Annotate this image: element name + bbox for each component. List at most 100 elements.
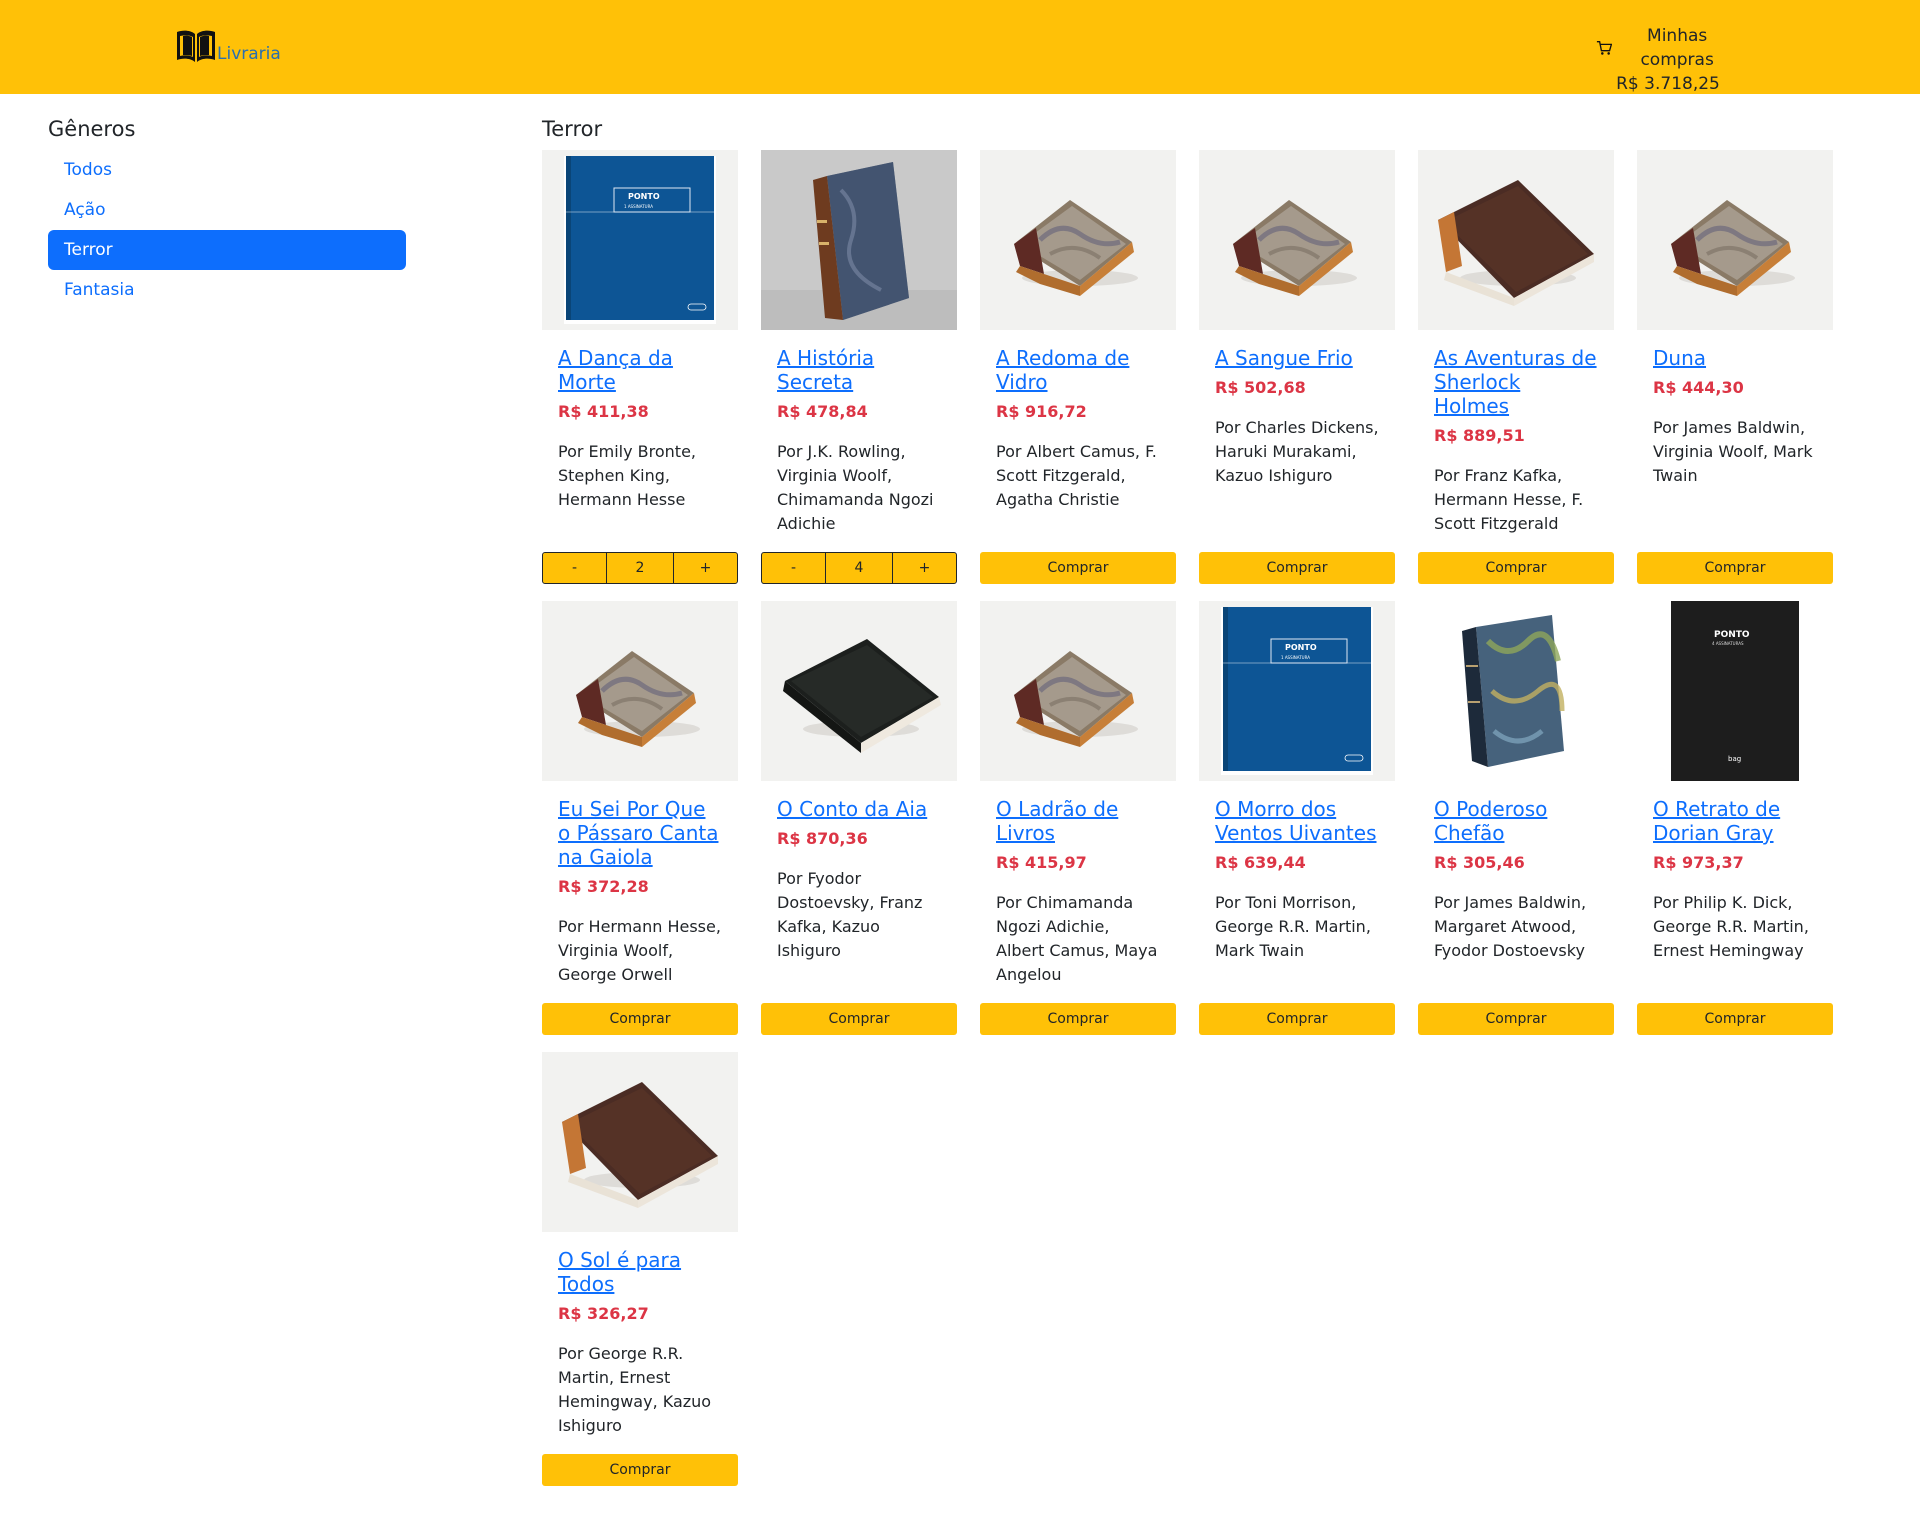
book-card: O Poderoso Chefão R$ 305,46 Por James Bald… — [1418, 601, 1614, 1035]
book-actions: Comprar — [542, 1003, 738, 1035]
book-card-body: O Retrato de Dorian Gray R$ 973,37 Por Phi… — [1637, 781, 1833, 963]
book-card-body: O Ladrão de Livros R$ 415,97 Por Chimamand… — [980, 781, 1176, 987]
quantity-value: 4 — [826, 552, 892, 584]
genre-item-fantasia[interactable]: Fantasia — [48, 270, 406, 310]
book-card: Eu Sei Por Que o Pássaro Canta na Gaiola… — [542, 601, 738, 1035]
book-title-link[interactable]: A Dança da Morte — [558, 346, 722, 394]
svg-text:1 ASSINATURA: 1 ASSINATURA — [624, 204, 653, 209]
book-card: PONTO 1 ASSINATURA A Dança da Morte R$ 411,… — [542, 150, 738, 584]
book-title-link[interactable]: O Retrato de Dorian Gray — [1653, 797, 1817, 845]
book-actions: Comprar — [980, 552, 1176, 584]
buy-button[interactable]: Comprar — [1199, 552, 1395, 584]
genre-list: Todos Ação Terror Fantasia — [48, 150, 406, 310]
svg-text:bag: bag — [1728, 755, 1741, 763]
book-actions: Comprar — [1199, 1003, 1395, 1035]
decrease-quantity-button[interactable]: - — [761, 552, 826, 584]
buy-button[interactable]: Comprar — [1199, 1003, 1395, 1035]
book-card-body: O Conto da Aia R$ 870,36 Por Fyodor Dostoe… — [761, 781, 957, 963]
buy-button[interactable]: Comprar — [1418, 552, 1614, 584]
quantity-stepper: -2 + — [542, 552, 738, 584]
book-price: R$ 639,44 — [1215, 853, 1306, 872]
book-cover-image — [542, 601, 738, 781]
book-price: R$ 444,30 — [1653, 378, 1744, 397]
book-card: A História Secreta R$ 478,84 Por J.K. Rowl… — [761, 150, 957, 584]
quantity-value: 2 — [607, 552, 673, 584]
genre-item-todos[interactable]: Todos — [48, 150, 406, 190]
svg-text:PONTO: PONTO — [1714, 630, 1750, 640]
book-card: A Redoma de Vidro R$ 916,72 Por Albert Cam… — [980, 150, 1176, 584]
book-actions: Comprar — [1418, 552, 1614, 584]
book-actions: Comprar — [1199, 552, 1395, 584]
book-actions: Comprar — [1418, 1003, 1614, 1035]
book-authors: Por Fyodor Dostoevsky, Franz Kafka, Kazu… — [777, 869, 923, 960]
book-card-body: O Morro dos Ventos Uivantes R$ 639,44 Por … — [1199, 781, 1395, 963]
book-title-link[interactable]: As Aventuras de Sherlock Holmes — [1434, 346, 1598, 418]
book-cover-image — [980, 150, 1176, 330]
genre-item-acao[interactable]: Ação — [48, 190, 406, 230]
buy-button[interactable]: Comprar — [1637, 1003, 1833, 1035]
buy-button[interactable]: Comprar — [542, 1454, 738, 1486]
book-card-body: O Poderoso Chefão R$ 305,46 Por James Bald… — [1418, 781, 1614, 963]
book-authors: Por Hermann Hesse, Virginia Woolf, Georg… — [558, 917, 721, 984]
book-card: PONTO 1 ASSINATURA O Morro dos Ventos Uiva… — [1199, 601, 1395, 1035]
cart-label: Minhas compras — [1640, 26, 1714, 70]
genres-sidebar: Gêneros Todos Ação Terror Fantasia — [48, 114, 406, 310]
buy-button[interactable]: Comprar — [1418, 1003, 1614, 1035]
book-price: R$ 478,84 — [777, 402, 868, 421]
book-card: As Aventuras de Sherlock Holmes R$ 889,51… — [1418, 150, 1614, 584]
book-cover-image — [1418, 601, 1614, 781]
brand-link[interactable]: Livraria — [175, 28, 281, 64]
book-title-link[interactable]: A Redoma de Vidro — [996, 346, 1160, 394]
book-actions: Comprar — [761, 1003, 957, 1035]
book-actions: -2 + — [542, 552, 738, 584]
book-card: PONTO 4 ASSINATURAS bag O Retrato de Dorian… — [1637, 601, 1833, 1035]
book-cover-image: PONTO 1 ASSINATURA — [542, 150, 738, 330]
book-card: Duna R$ 444,30 Por James Baldwin, Virginia… — [1637, 150, 1833, 584]
book-title-link[interactable]: A História Secreta — [777, 346, 941, 394]
buy-button[interactable]: Comprar — [542, 1003, 738, 1035]
book-card-body: O Sol é para Todos R$ 326,27 Por George R.… — [542, 1232, 738, 1438]
book-title-link[interactable]: O Sol é para Todos — [558, 1248, 722, 1296]
genres-heading: Gêneros — [48, 117, 136, 141]
book-authors: Por Toni Morrison, George R.R. Martin, M… — [1215, 893, 1371, 960]
book-title-link[interactable]: O Poderoso Chefão — [1434, 797, 1598, 845]
quantity-stepper: -4 + — [761, 552, 957, 584]
book-title-link[interactable]: A Sangue Frio — [1215, 346, 1379, 370]
book-open-icon — [177, 30, 215, 62]
increase-quantity-button[interactable]: + — [673, 552, 738, 584]
book-title-link[interactable]: O Ladrão de Livros — [996, 797, 1160, 845]
buy-button[interactable]: Comprar — [761, 1003, 957, 1035]
book-card-body: A História Secreta R$ 478,84 Por J.K. Rowl… — [761, 330, 957, 536]
book-title-link[interactable]: Eu Sei Por Que o Pássaro Canta na Gaiola — [558, 797, 722, 869]
book-card-body: A Dança da Morte R$ 411,38 Por Emily Bront… — [542, 330, 738, 512]
book-title-link[interactable]: O Morro dos Ventos Uivantes — [1215, 797, 1379, 845]
svg-text:PONTO: PONTO — [1285, 643, 1317, 652]
book-card-body: A Redoma de Vidro R$ 916,72 Por Albert Cam… — [980, 330, 1176, 512]
book-actions: Comprar — [542, 1454, 738, 1486]
book-cover-image — [1418, 150, 1614, 330]
buy-button[interactable]: Comprar — [1637, 552, 1833, 584]
book-actions: Comprar — [980, 1003, 1176, 1035]
svg-text:1 ASSINATURA: 1 ASSINATURA — [1281, 655, 1310, 660]
book-cover-image — [980, 601, 1176, 781]
book-price: R$ 916,72 — [996, 402, 1087, 421]
book-price: R$ 372,28 — [558, 877, 649, 896]
book-price: R$ 411,38 — [558, 402, 649, 421]
book-title-link[interactable]: O Conto da Aia — [777, 797, 941, 821]
increase-quantity-button[interactable]: + — [892, 552, 957, 584]
decrease-quantity-button[interactable]: - — [542, 552, 607, 584]
book-cover-image — [761, 601, 957, 781]
book-title-link[interactable]: Duna — [1653, 346, 1817, 370]
buy-button[interactable]: Comprar — [980, 1003, 1176, 1035]
buy-button[interactable]: Comprar — [980, 552, 1176, 584]
book-card: O Conto da Aia R$ 870,36 Por Fyodor Dostoe… — [761, 601, 957, 1035]
book-card: O Ladrão de Livros R$ 415,97 Por Chimamand… — [980, 601, 1176, 1035]
book-card-body: A Sangue Frio R$ 502,68 Por Charles Dicken… — [1199, 330, 1395, 488]
svg-text:PONTO: PONTO — [628, 192, 660, 201]
book-authors: Por Franz Kafka, Hermann Hesse, F. Scott… — [1434, 466, 1584, 533]
cart-link[interactable]: Minhas compras R$ 3.718,25 — [1596, 24, 1740, 96]
book-price: R$ 889,51 — [1434, 426, 1525, 445]
book-price: R$ 870,36 — [777, 829, 868, 848]
genre-item-terror[interactable]: Terror — [48, 230, 406, 270]
cart-icon — [1596, 40, 1613, 55]
